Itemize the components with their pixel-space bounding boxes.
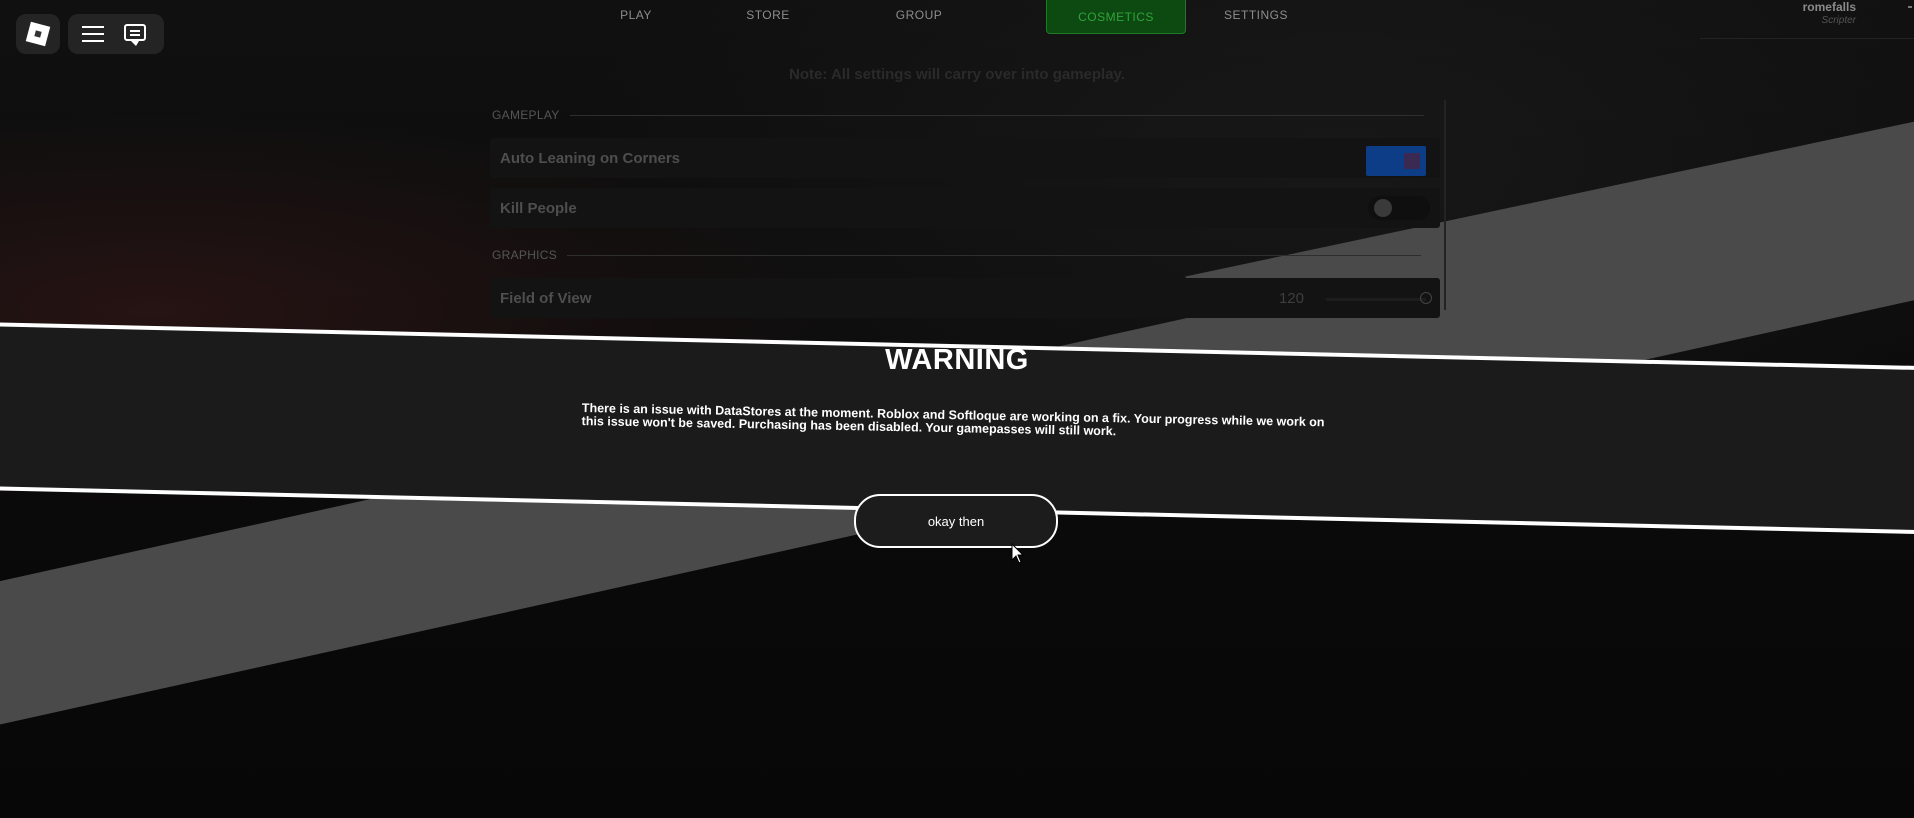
auto-leaning-toggle[interactable] (1366, 146, 1426, 176)
tab-cosmetics[interactable]: COSMETICS (1046, 0, 1186, 34)
section-gameplay: GAMEPLAY (492, 108, 1424, 122)
section-graphics: GRAPHICS (492, 248, 1422, 262)
setting-row-fov[interactable]: Field of View 120 (490, 278, 1440, 318)
section-divider (567, 254, 1422, 256)
kill-people-toggle[interactable] (1368, 196, 1430, 220)
hamburger-menu-icon[interactable] (82, 26, 104, 42)
chat-icon[interactable] (124, 24, 146, 46)
user-info: romefalls Scripter (1803, 0, 1856, 26)
tab-group[interactable]: GROUP (834, 0, 1004, 30)
section-title: GAMEPLAY (492, 108, 560, 122)
settings-panel: GAMEPLAY Auto Leaning on Corners Kill Pe… (476, 100, 1446, 320)
roblox-topbar-pill (68, 14, 164, 54)
username: romefalls (1802, 0, 1856, 14)
fov-slider[interactable] (1326, 292, 1432, 304)
section-divider (569, 114, 1424, 116)
settings-note: Note: All settings will carry over into … (789, 66, 1125, 83)
slider-handle[interactable] (1420, 292, 1432, 304)
setting-label: Auto Leaning on Corners (500, 150, 680, 167)
warning-title: WARNING (885, 344, 1029, 376)
setting-label: Field of View (500, 290, 592, 307)
user-divider (1700, 38, 1914, 39)
setting-label: Kill People (500, 200, 577, 217)
tab-store[interactable]: STORE (702, 0, 834, 30)
setting-row-auto-leaning[interactable]: Auto Leaning on Corners (490, 138, 1440, 178)
edge-mark (1908, 6, 1912, 8)
setting-row-kill-people[interactable]: Kill People (490, 188, 1440, 228)
roblox-menu-button[interactable] (16, 14, 60, 54)
mouse-cursor-icon (1011, 543, 1025, 564)
roblox-logo-icon (25, 21, 51, 47)
user-role: Scripter (1821, 15, 1856, 26)
okay-then-button[interactable]: okay then (854, 494, 1058, 548)
section-title: GRAPHICS (492, 248, 558, 262)
tab-play[interactable]: PLAY (570, 0, 702, 30)
panel-scrollbar[interactable] (1444, 100, 1446, 310)
tab-settings[interactable]: SETTINGS (1186, 0, 1326, 30)
fov-value: 120 (1278, 290, 1304, 307)
